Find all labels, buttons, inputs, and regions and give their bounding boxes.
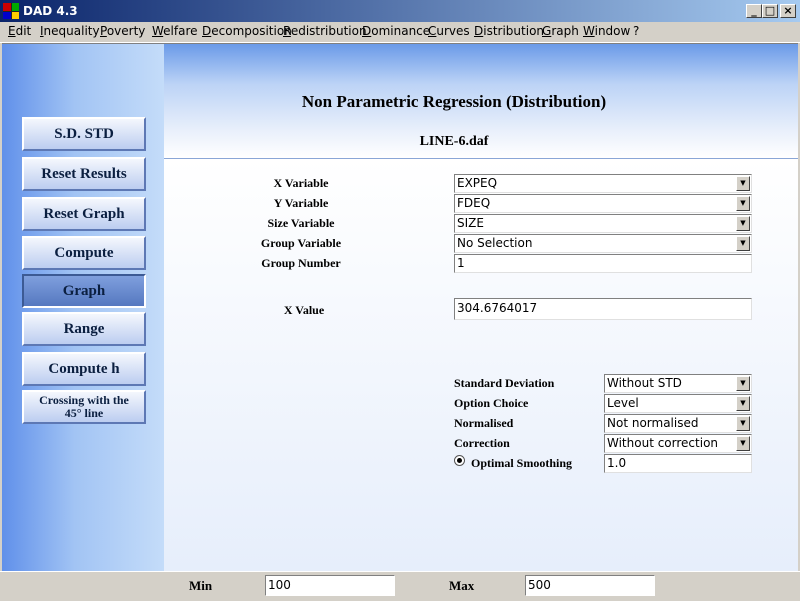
menu-edit[interactable]: Edit <box>8 24 31 38</box>
normalised-label: Normalised <box>454 416 514 430</box>
page-title: Non Parametric Regression (Distribution) <box>301 92 607 111</box>
optimal-smoothing-radio[interactable] <box>454 455 465 466</box>
optimal-smoothing-input[interactable]: 1.0 <box>604 454 752 473</box>
app-icon <box>3 3 19 19</box>
option-choice-select[interactable]: Level ▼ <box>604 394 752 413</box>
range-button[interactable]: Range <box>22 312 146 346</box>
sd-std-button[interactable]: S.D. STD <box>22 117 146 151</box>
header-panel: Non Parametric Regression (Distribution)… <box>164 44 798 159</box>
menu-dominance[interactable]: Dominance <box>362 24 430 38</box>
menu-bar: Edit Inequality Poverty Welfare Decompos… <box>0 22 800 43</box>
close-button[interactable]: × <box>780 4 796 18</box>
menu-graph[interactable]: Graph <box>542 24 579 38</box>
menu-distribution[interactable]: Distribution <box>474 24 544 38</box>
crossing-45-line-button[interactable]: Crossing with the 45° line <box>22 390 146 424</box>
title-bar: DAD 4.3 _ □ × <box>0 0 800 22</box>
x-variable-label: X Variable <box>273 176 329 190</box>
compute-h-button[interactable]: Compute h <box>22 352 146 386</box>
sidebar: S.D. STD Reset Results Reset Graph Compu… <box>2 44 164 572</box>
file-name: LINE-6.daf <box>419 134 489 149</box>
compute-button[interactable]: Compute <box>22 236 146 270</box>
menu-inequality[interactable]: Inequality <box>40 24 100 38</box>
max-label: Max <box>449 578 475 593</box>
y-variable-select[interactable]: FDEQ ▼ <box>454 194 752 213</box>
maximize-button[interactable]: □ <box>762 4 778 18</box>
chevron-down-icon[interactable]: ▼ <box>736 216 750 231</box>
chevron-down-icon[interactable]: ▼ <box>736 416 750 431</box>
min-input[interactable]: 100 <box>265 575 395 596</box>
x-value-label: X Value <box>283 303 325 317</box>
chevron-down-icon[interactable]: ▼ <box>736 396 750 411</box>
group-number-label: Group Number <box>261 256 341 270</box>
group-number-input[interactable]: 1 <box>454 254 752 273</box>
menu-poverty[interactable]: Poverty <box>100 24 145 38</box>
min-label: Min <box>189 578 213 593</box>
chevron-down-icon[interactable]: ▼ <box>736 376 750 391</box>
menu-decomposition[interactable]: Decomposition <box>202 24 292 38</box>
x-variable-select[interactable]: EXPEQ ▼ <box>454 174 752 193</box>
menu-help[interactable]: ? <box>633 24 639 38</box>
graph-button[interactable]: Graph <box>22 274 146 308</box>
standard-deviation-select[interactable]: Without STD ▼ <box>604 374 752 393</box>
chevron-down-icon[interactable]: ▼ <box>736 176 750 191</box>
chevron-down-icon[interactable]: ▼ <box>736 436 750 451</box>
reset-results-button[interactable]: Reset Results <box>22 157 146 191</box>
status-bar: Min 100 Max 500 <box>0 571 800 601</box>
menu-curves[interactable]: Curves <box>428 24 470 38</box>
size-variable-label: Size Variable <box>267 216 335 230</box>
y-variable-label: Y Variable <box>273 196 329 210</box>
reset-graph-button[interactable]: Reset Graph <box>22 197 146 231</box>
chevron-down-icon[interactable]: ▼ <box>736 196 750 211</box>
menu-window[interactable]: Window <box>583 24 630 38</box>
menu-redistribution[interactable]: Redistribution <box>283 24 367 38</box>
chevron-down-icon[interactable]: ▼ <box>736 236 750 251</box>
group-variable-select[interactable]: No Selection ▼ <box>454 234 752 253</box>
correction-select[interactable]: Without correction ▼ <box>604 434 752 453</box>
option-choice-label: Option Choice <box>454 396 529 410</box>
normalised-select[interactable]: Not normalised ▼ <box>604 414 752 433</box>
group-variable-label: Group Variable <box>260 236 342 250</box>
minimize-button[interactable]: _ <box>746 4 762 18</box>
menu-welfare[interactable]: Welfare <box>152 24 198 38</box>
size-variable-select[interactable]: SIZE ▼ <box>454 214 752 233</box>
content-panel: X Variable EXPEQ ▼ Y Variable FDEQ ▼ Siz… <box>164 159 798 572</box>
correction-label: Correction <box>454 436 510 450</box>
standard-deviation-label: Standard Deviation <box>454 376 555 390</box>
x-value-input[interactable]: 304.6764017 <box>454 298 752 320</box>
max-input[interactable]: 500 <box>525 575 655 596</box>
optimal-smoothing-label: Optimal Smoothing <box>471 456 573 470</box>
crossing-label: Crossing with the 45° line <box>39 393 129 420</box>
client-area: S.D. STD Reset Results Reset Graph Compu… <box>2 43 798 572</box>
window-title: DAD 4.3 <box>23 4 78 18</box>
